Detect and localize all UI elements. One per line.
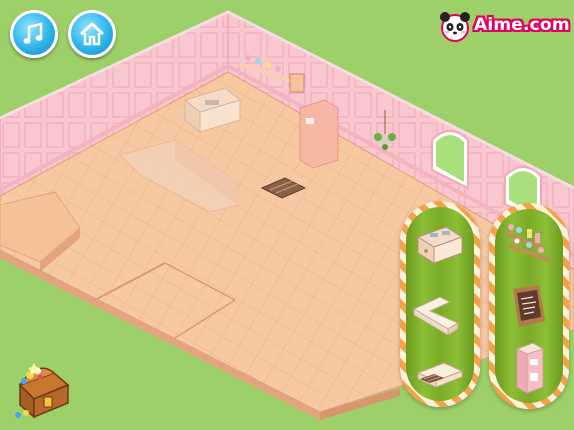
panda-icon [440, 12, 470, 42]
l-shaped-counter-icon[interactable] [410, 287, 470, 335]
fridge [299, 99, 339, 169]
music-note-icon [23, 22, 43, 44]
aime-logo[interactable]: Aime.com [438, 10, 570, 44]
logo-text[interactable]: Aime.com [474, 15, 570, 35]
furniture-panel-left [400, 201, 480, 407]
wall-shelf-icon[interactable] [501, 217, 557, 265]
house-icon [79, 22, 105, 46]
music-toggle-button[interactable] [10, 10, 58, 58]
room-scene [0, 10, 574, 420]
kitchen-sink-counter-icon[interactable] [412, 219, 468, 269]
pink-fridge-icon[interactable] [513, 341, 547, 395]
furniture-panel-right [489, 203, 569, 409]
chalkboard-icon[interactable] [509, 283, 549, 329]
home-button[interactable] [68, 10, 116, 58]
game-stage: Aime.com [0, 0, 574, 430]
treasure-chest-icon[interactable] [10, 355, 74, 421]
floor-step-icon[interactable] [414, 351, 466, 391]
